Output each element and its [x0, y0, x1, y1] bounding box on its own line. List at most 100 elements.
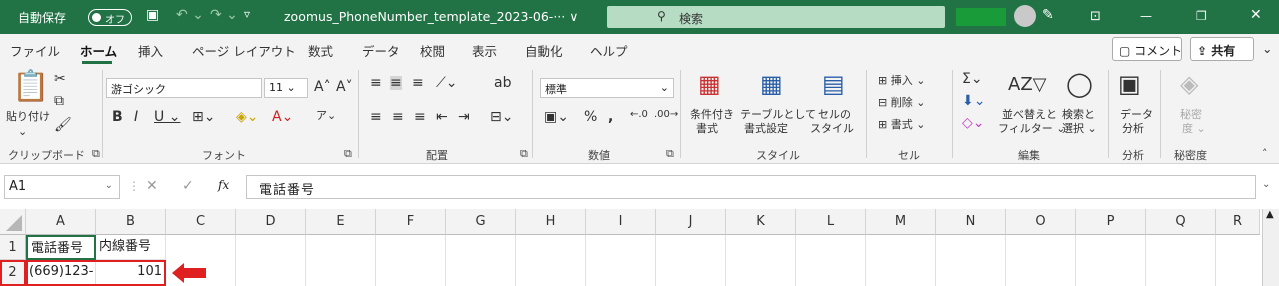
- find-select-icon[interactable]: ◯: [1066, 72, 1093, 96]
- tab-insert[interactable]: 挿入: [138, 41, 163, 60]
- undo-icon[interactable]: ↶ ⌄: [176, 7, 204, 23]
- maximize-icon[interactable]: ❐: [1196, 9, 1207, 23]
- column-header-k[interactable]: K: [726, 209, 796, 235]
- column-header-e[interactable]: E: [306, 209, 376, 235]
- sensitivity-icon[interactable]: ◈: [1180, 72, 1198, 96]
- sensitivity-label2[interactable]: 度 ⌄: [1182, 120, 1206, 136]
- align-top-icon[interactable]: ≡: [370, 76, 382, 90]
- font-launcher-icon[interactable]: ⧉: [344, 147, 352, 161]
- autosum-icon[interactable]: Σ⌄: [962, 72, 983, 86]
- format-cells-button[interactable]: ⊞ 書式 ⌄: [878, 116, 925, 132]
- orientation-icon[interactable]: ⟋⌄: [436, 76, 458, 90]
- cell-a1[interactable]: 電話番号: [26, 235, 96, 260]
- align-bottom-icon[interactable]: ≡: [412, 76, 424, 90]
- tab-data[interactable]: データ: [362, 41, 400, 60]
- phonetic-icon[interactable]: ア⌄: [316, 110, 336, 121]
- column-header-j[interactable]: J: [656, 209, 726, 235]
- font-name-dropdown[interactable]: 游ゴシック: [106, 78, 262, 98]
- fill-icon[interactable]: ⬇⌄: [962, 94, 985, 108]
- italic-icon[interactable]: I: [134, 110, 138, 124]
- increase-indent-icon[interactable]: ⇥: [458, 110, 470, 124]
- enter-icon[interactable]: ✓: [182, 178, 194, 194]
- wrap-text-icon[interactable]: ab: [494, 76, 511, 90]
- column-header-f[interactable]: F: [376, 209, 446, 235]
- minimize-icon[interactable]: —: [1140, 9, 1152, 23]
- font-size-dropdown[interactable]: 11 ⌄: [264, 78, 308, 98]
- vertical-scrollbar[interactable]: ▲: [1262, 209, 1279, 286]
- find-select-label2[interactable]: 選択 ⌄: [1062, 120, 1097, 136]
- format-as-table-icon[interactable]: ▦: [760, 72, 783, 96]
- column-header-i[interactable]: I: [586, 209, 656, 235]
- increase-decimal-icon[interactable]: ←.0: [630, 110, 648, 120]
- share-chevron-icon[interactable]: ⌄: [1262, 41, 1272, 56]
- comments-button[interactable]: ▢ コメント: [1112, 37, 1182, 61]
- column-header-a[interactable]: A: [26, 209, 96, 235]
- name-box[interactable]: A1 ⌄: [4, 175, 120, 199]
- column-header-d[interactable]: D: [236, 209, 306, 235]
- cell-styles-label2[interactable]: スタイル: [810, 120, 854, 136]
- cell-styles-icon[interactable]: ▤: [822, 72, 845, 96]
- paste-label[interactable]: 貼り付け: [6, 108, 50, 124]
- tab-file[interactable]: ファイル: [10, 41, 60, 60]
- column-header-g[interactable]: G: [446, 209, 516, 235]
- file-name[interactable]: zoomus_PhoneNumber_template_2023-06-··· …: [284, 9, 578, 24]
- analyze-data-icon[interactable]: ▣: [1118, 72, 1141, 96]
- decrease-decimal-icon[interactable]: .00→: [654, 110, 678, 120]
- align-right-icon[interactable]: ≡: [414, 110, 426, 124]
- accounting-format-icon[interactable]: ▣⌄: [544, 110, 569, 124]
- insert-cells-button[interactable]: ⊞ 挿入 ⌄: [878, 72, 925, 88]
- cut-icon[interactable]: ✂: [54, 72, 66, 86]
- column-header-l[interactable]: L: [796, 209, 866, 235]
- font-color-icon[interactable]: A⌄: [272, 110, 293, 124]
- underline-icon[interactable]: U ⌄: [154, 110, 180, 124]
- row-header-1[interactable]: 1: [0, 235, 26, 260]
- pen-icon[interactable]: ✎: [1042, 7, 1054, 23]
- ribbon-display-icon[interactable]: ⊡: [1090, 9, 1101, 24]
- clipboard-launcher-icon[interactable]: ⧉: [92, 147, 100, 161]
- tab-formulas[interactable]: 数式: [308, 41, 333, 60]
- grow-font-icon[interactable]: A˄: [314, 80, 331, 94]
- save-icon[interactable]: ▣: [146, 7, 159, 23]
- expand-formula-bar-icon[interactable]: ⌄: [1262, 179, 1270, 190]
- tab-automate[interactable]: 自動化: [525, 41, 563, 60]
- bold-icon[interactable]: B: [112, 110, 123, 124]
- column-header-r[interactable]: R: [1216, 209, 1260, 235]
- cell-b1[interactable]: 内線番号: [96, 235, 166, 260]
- clear-icon[interactable]: ◇⌄: [962, 116, 985, 130]
- sort-filter-icon[interactable]: AZ▽: [1008, 76, 1047, 94]
- name-box-chevron-icon[interactable]: ⌄: [105, 180, 113, 191]
- column-header-q[interactable]: Q: [1146, 209, 1216, 235]
- paste-icon[interactable]: 📋: [12, 72, 49, 102]
- close-icon[interactable]: ✕: [1250, 7, 1262, 23]
- insert-function-icon[interactable]: fx: [218, 178, 229, 192]
- alignment-launcher-icon[interactable]: ⧉: [520, 147, 528, 161]
- align-left-icon[interactable]: ≡: [370, 110, 382, 124]
- column-header-p[interactable]: P: [1076, 209, 1146, 235]
- number-format-dropdown[interactable]: 標準 ⌄: [540, 78, 674, 98]
- format-painter-icon[interactable]: 🖌: [54, 118, 72, 132]
- number-launcher-icon[interactable]: ⧉: [666, 147, 674, 161]
- analyze-data-label2[interactable]: 分析: [1122, 120, 1144, 136]
- align-center-icon[interactable]: ≡: [392, 110, 404, 124]
- conditional-formatting-icon[interactable]: ▦: [698, 72, 721, 96]
- autosave-toggle[interactable]: オフ: [88, 9, 132, 26]
- tab-help[interactable]: ヘルプ: [590, 41, 628, 60]
- share-button[interactable]: ⇪ 共有: [1190, 37, 1254, 61]
- column-header-n[interactable]: N: [936, 209, 1006, 235]
- delete-cells-button[interactable]: ⊟ 削除 ⌄: [878, 94, 925, 110]
- format-as-table-label2[interactable]: 書式設定: [744, 120, 788, 136]
- qat-customize-icon[interactable]: ▿: [244, 7, 250, 21]
- formula-input[interactable]: 電話番号: [246, 175, 1256, 199]
- shrink-font-icon[interactable]: A˅: [336, 80, 353, 94]
- decrease-indent-icon[interactable]: ⇤: [436, 110, 448, 124]
- align-middle-icon[interactable]: ≡: [390, 76, 402, 90]
- tab-view[interactable]: 表示: [472, 41, 497, 60]
- column-header-c[interactable]: C: [166, 209, 236, 235]
- tab-home[interactable]: ホーム: [80, 41, 117, 60]
- column-header-m[interactable]: M: [866, 209, 936, 235]
- column-header-h[interactable]: H: [516, 209, 586, 235]
- collapse-ribbon-icon[interactable]: ˄: [1262, 147, 1268, 160]
- comma-style-icon[interactable]: ,: [608, 110, 613, 124]
- column-header-b[interactable]: B: [96, 209, 166, 235]
- conditional-formatting-label2[interactable]: 書式: [696, 120, 718, 136]
